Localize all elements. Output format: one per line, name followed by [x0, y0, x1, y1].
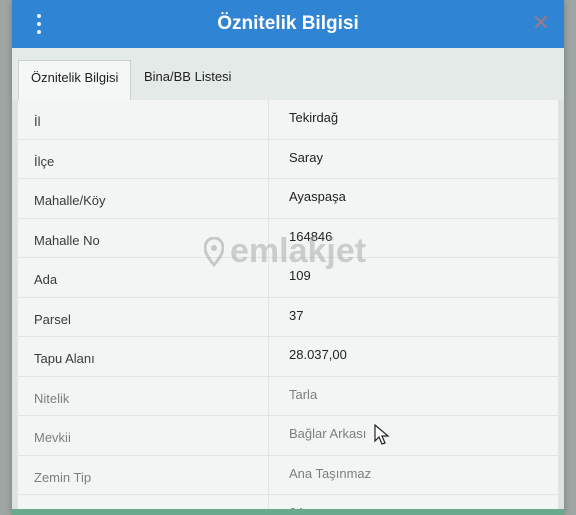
window-titlebar: Öznitelik Bilgisi ✕	[12, 0, 564, 48]
attribute-value: Tarla	[268, 376, 558, 415]
attribute-info-window: Öznitelik Bilgisi ✕ Öznitelik Bilgisi Bi…	[12, 0, 564, 515]
attribute-label: Mahalle/Köy	[34, 193, 106, 208]
close-icon[interactable]: ✕	[532, 10, 550, 36]
more-options-icon[interactable]	[32, 12, 46, 36]
table-row: Mahalle/Köy Ayaspaşa	[18, 179, 558, 219]
bottom-bar	[12, 509, 564, 515]
table-row: Zemin Tip Ana Taşınmaz	[18, 455, 558, 495]
attribute-value: 164846	[268, 218, 558, 257]
window-title: Öznitelik Bilgisi	[217, 13, 359, 34]
attribute-value: 28.037,00	[268, 337, 558, 376]
attribute-label: İlçe	[34, 153, 55, 169]
attribute-value: 37	[268, 297, 558, 336]
table-row: Mahalle No 164846	[18, 218, 558, 258]
attribute-value: Bağlar Arkası	[268, 416, 558, 455]
attribute-value: 109	[268, 258, 558, 297]
table-row: Parsel 37	[18, 297, 558, 337]
attribute-value: Saray	[268, 139, 558, 178]
attribute-label: Mahalle No	[34, 232, 100, 248]
table-row: Nitelik Tarla	[18, 376, 558, 416]
table-row: Tapu Alanı 28.037,00	[18, 337, 558, 377]
table-row: İlçe Saray	[18, 139, 558, 179]
table-row: İl Tekirdağ	[18, 100, 558, 140]
attribute-value: Ayaspaşa	[268, 179, 558, 218]
attribute-label: Nitelik	[34, 390, 70, 406]
attribute-table: İl Tekirdağ İlçe Saray Mahalle/Köy Ayasp…	[18, 100, 558, 515]
tab-bar: Öznitelik Bilgisi Bina/BB Listesi	[12, 48, 564, 100]
attribute-label: Ada	[34, 272, 58, 287]
attribute-label: İl	[34, 114, 41, 129]
tab-attribute-info[interactable]: Öznitelik Bilgisi	[18, 60, 132, 100]
attribute-label: Tapu Alanı	[34, 351, 95, 366]
mouse-pointer-icon	[374, 424, 390, 445]
table-row: Ada 109	[18, 258, 558, 298]
table-row: Mevkii Bağlar Arkası	[18, 416, 558, 456]
attribute-value: Tekirdağ	[268, 100, 558, 139]
attribute-label: Zemin Tip	[34, 469, 92, 485]
attribute-value: Ana Taşınmaz	[268, 455, 558, 494]
attribute-label: Mevkii	[34, 430, 71, 445]
attribute-label: Parsel	[34, 311, 71, 327]
tab-building-list[interactable]: Bina/BB Listesi	[132, 60, 243, 100]
